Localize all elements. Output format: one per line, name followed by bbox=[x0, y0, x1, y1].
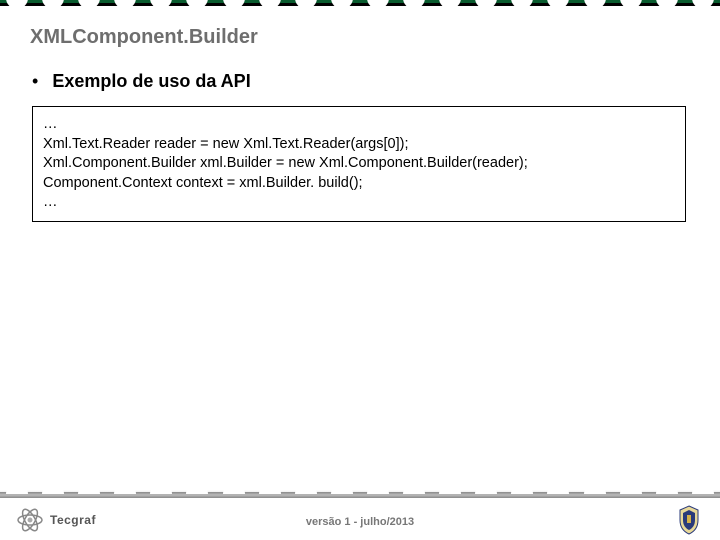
footer-version-text: versão 1 - julho/2013 bbox=[306, 516, 414, 528]
top-circle-row bbox=[0, 0, 720, 9]
top-decorative-bar bbox=[0, 0, 720, 6]
bottom-circle-row bbox=[0, 483, 720, 494]
code-line: Xml.Component.Builder xml.Builder = new … bbox=[43, 154, 675, 174]
bullet-marker: • bbox=[32, 71, 38, 92]
code-line: Xml.Text.Reader reader = new Xml.Text.Re… bbox=[43, 135, 675, 155]
slide-footer: Tecgraf versão 1 - julho/2013 bbox=[0, 492, 720, 540]
code-line: Component.Context context = xml.Builder.… bbox=[43, 174, 675, 194]
puc-rio-logo bbox=[674, 504, 704, 536]
code-line: … bbox=[43, 115, 675, 135]
bullet-item: • Exemplo de uso da API bbox=[30, 71, 690, 92]
footer-decorative-bar bbox=[0, 492, 720, 498]
slide-title: XMLComponent.Builder bbox=[30, 26, 690, 49]
code-line: … bbox=[43, 193, 675, 213]
code-example-box: … Xml.Text.Reader reader = new Xml.Text.… bbox=[32, 106, 686, 222]
slide-content: XMLComponent.Builder • Exemplo de uso da… bbox=[0, 6, 720, 222]
tecgraf-logo-text: Tecgraf bbox=[50, 513, 96, 527]
bullet-text: Exemplo de uso da API bbox=[52, 71, 250, 92]
tecgraf-logo: Tecgraf bbox=[16, 508, 96, 532]
tecgraf-logo-icon bbox=[16, 508, 44, 532]
